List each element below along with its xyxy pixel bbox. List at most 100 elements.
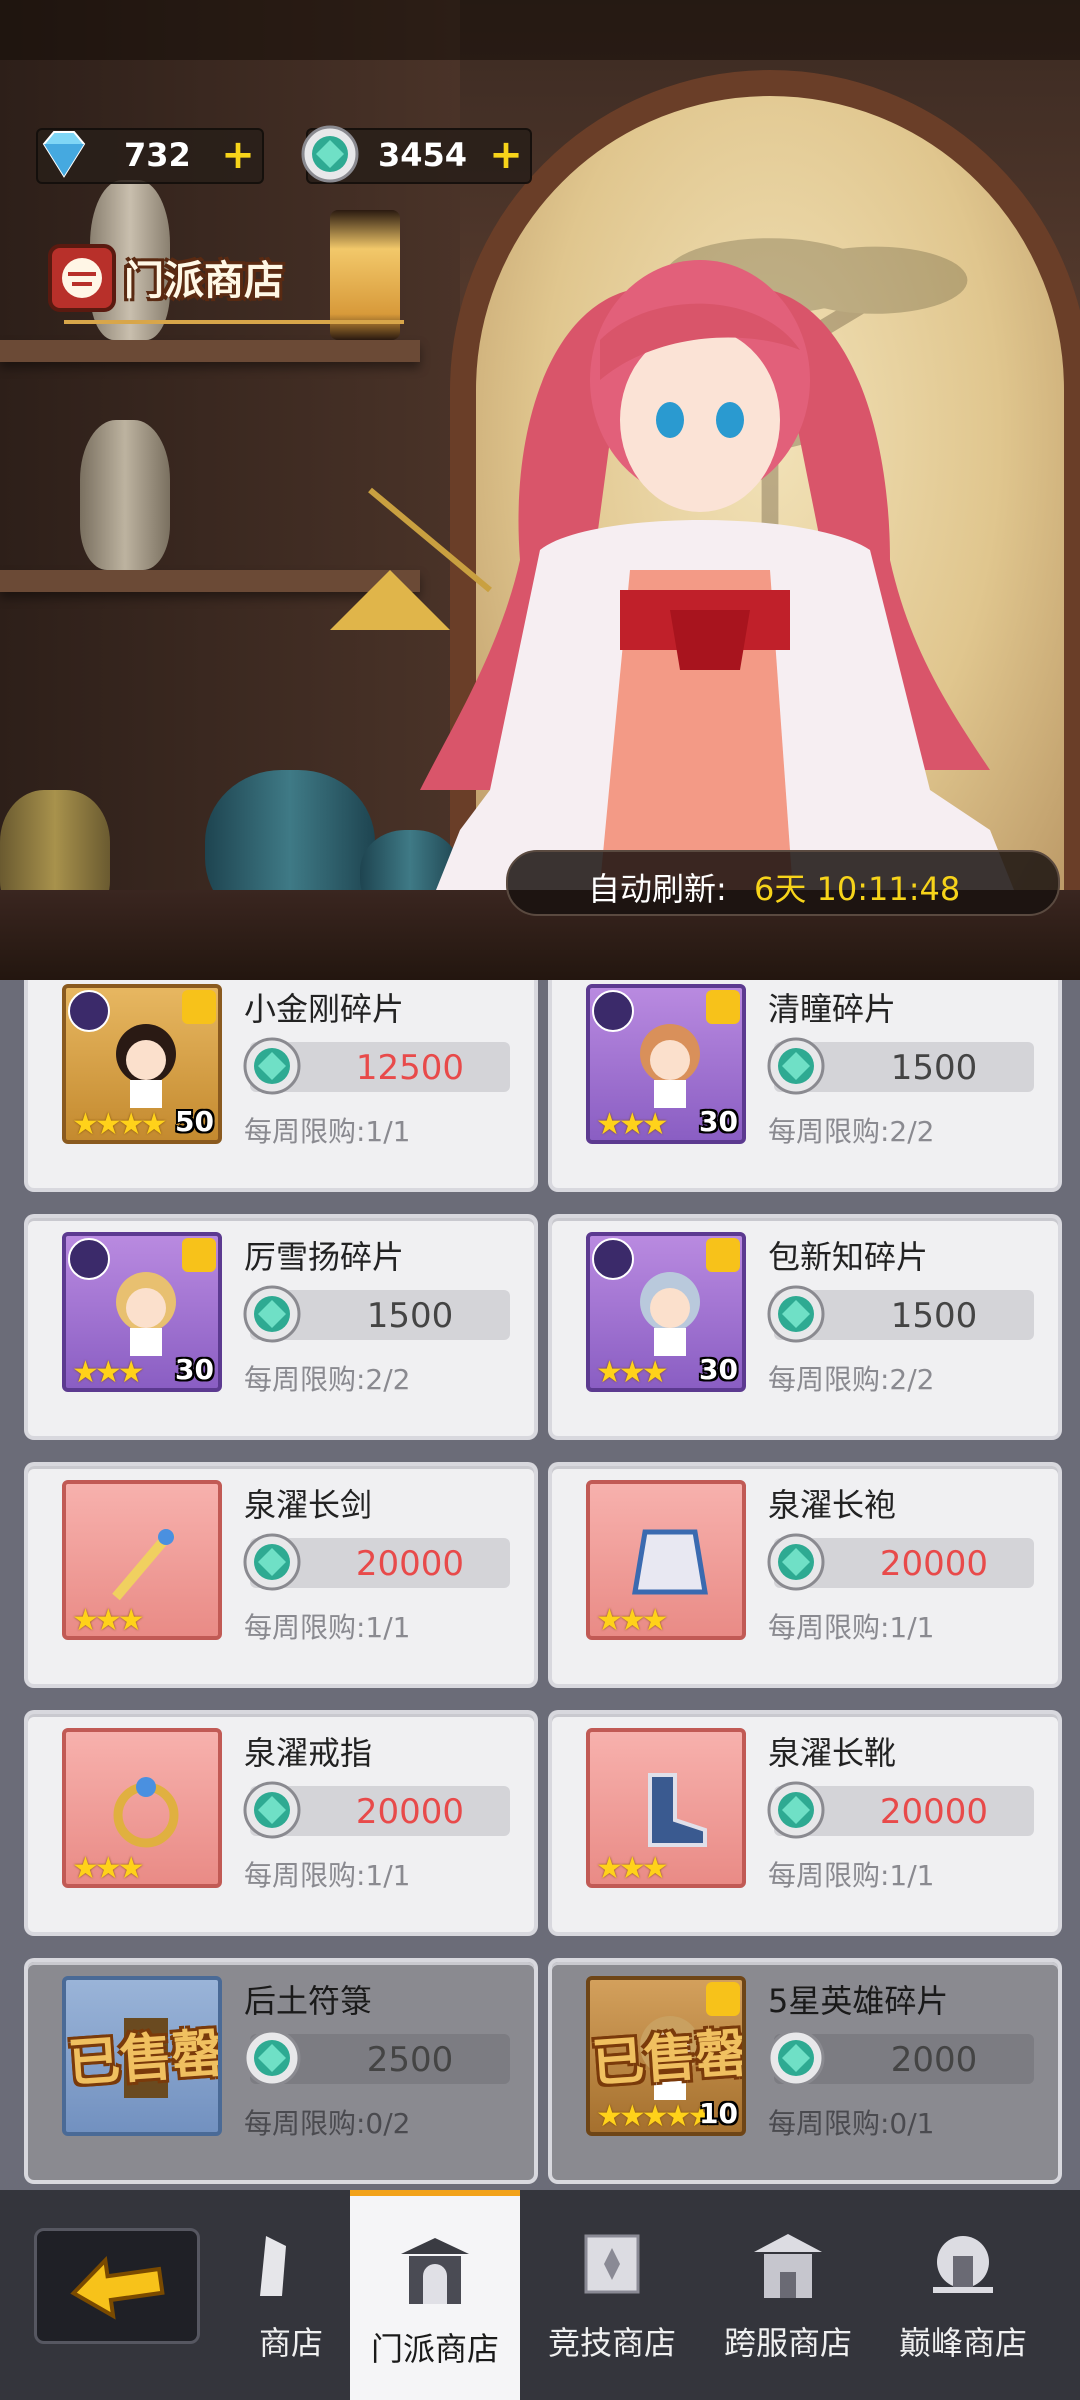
refresh-countdown: 6天 10:11:48 (754, 870, 961, 908)
item-art (112, 1528, 175, 1601)
item-name: 泉濯长靴 (768, 1734, 897, 1772)
item-art (116, 1024, 176, 1108)
price-tag: 1500 (767, 1037, 1034, 1095)
item-price: 20000 (879, 1792, 989, 1832)
tab-shop[interactable]: 商店 (236, 2190, 346, 2400)
hero-fragment-icon: ★★★ 30 (586, 984, 746, 1144)
star-rating: ★★★ (596, 1355, 669, 1390)
item-name: 小金刚碎片 (244, 990, 405, 1028)
fragment-puzzle-icon (182, 990, 216, 1024)
shop-item-card[interactable]: ★★★ 泉濯长袍 20000 每周限购:1/1 (552, 1466, 1058, 1684)
fragment-count: 10 (699, 2097, 738, 2130)
shop-item-card[interactable]: ★★★★★ 10 已售罄 5星英雄碎片 2000 每周限购:0/1 (552, 1962, 1058, 2180)
weekly-purchase-limit: 每周限购:1/1 (244, 1115, 411, 1148)
star-rating: ★★★★ (72, 1107, 168, 1142)
price-tag: 20000 (767, 1533, 1034, 1591)
item-price: 20000 (879, 1544, 989, 1584)
sword-icon: ★★★ (62, 1480, 222, 1640)
shop-item-card[interactable]: ★★★ 30 清瞳碎片 1500 每周限购:2/2 (552, 980, 1058, 1188)
weekly-purchase-limit: 每周限购:2/2 (244, 1363, 411, 1396)
back-button[interactable] (34, 2228, 200, 2344)
add-gems-button[interactable]: + (220, 135, 256, 175)
fragment-puzzle-icon (706, 1982, 740, 2016)
faction-badge-icon (68, 990, 110, 1032)
shop-item-card[interactable]: ★★★ 30 包新知碎片 1500 每周限购:2/2 (552, 1218, 1058, 1436)
shop-item-card[interactable]: ★★★ 泉濯长靴 20000 每周限购:1/1 (552, 1714, 1058, 1932)
price-tag: 20000 (767, 1781, 1034, 1839)
item-price: 20000 (355, 1544, 465, 1584)
sect-gate-icon (401, 2238, 469, 2304)
shop-banner: 732 + 3454 + 门派商店 自动刷新: 6天 10:11:48 (0, 0, 1080, 980)
fragment-count: 30 (699, 1105, 738, 1138)
shop-item-card[interactable]: ★★★ 30 厉雪扬碎片 1500 每周限购:2/2 (28, 1218, 534, 1436)
shop-title: 门派商店 (44, 240, 404, 326)
star-rating: ★★★ (596, 1107, 669, 1142)
sect-coin-icon (301, 125, 359, 183)
item-name: 后土符箓 (244, 1982, 373, 2020)
tab-label: 跨服商店 (723, 2324, 852, 2362)
tab-cross-server-shop[interactable]: 跨服商店 (703, 2190, 873, 2400)
item-art (640, 1024, 700, 1108)
weekly-purchase-limit: 每周限购:1/1 (244, 1611, 411, 1644)
price-tag: 20000 (243, 1533, 510, 1591)
weekly-purchase-limit: 每周限购:1/1 (768, 1859, 935, 1892)
price-tag: 2500 (243, 2029, 510, 2087)
vase (80, 420, 170, 570)
shop-item-card[interactable]: ★★★ 泉濯戒指 20000 每周限购:1/1 (28, 1714, 534, 1932)
item-price: 1500 (890, 1296, 978, 1336)
add-coins-button[interactable]: + (488, 135, 524, 175)
item-art (116, 1272, 176, 1356)
sold-out-stamp: 已售罄 (590, 2023, 746, 2095)
sold-out-stamp: 已售罄 (66, 2023, 222, 2095)
item-name: 泉濯戒指 (244, 1734, 373, 1772)
tab-label: 巅峰商店 (898, 2324, 1027, 2362)
item-price: 2000 (890, 2040, 978, 2080)
top-shade (0, 0, 1080, 60)
arena-banner-icon (584, 2234, 640, 2294)
price-tag: 20000 (243, 1781, 510, 1839)
weekly-purchase-limit: 每周限购:2/2 (768, 1115, 935, 1148)
refresh-label: 自动刷新: (588, 870, 727, 908)
tab-label: 竞技商店 (547, 2324, 676, 2362)
fragment-count: 50 (175, 1105, 214, 1138)
item-name: 厉雪扬碎片 (244, 1238, 405, 1276)
sect-coin-icon (243, 1781, 301, 1839)
tab-sect-shop[interactable]: 门派商店 (350, 2190, 520, 2400)
back-arrow-icon (70, 2256, 165, 2320)
fragment-puzzle-icon (706, 990, 740, 1024)
tab-label: 门派商店 (370, 2330, 499, 2368)
shop-item-card[interactable]: ★★★ 泉濯长剑 20000 每周限购:1/1 (28, 1466, 534, 1684)
item-art (632, 1529, 708, 1595)
weekly-purchase-limit: 每周限购:0/2 (244, 2107, 411, 2140)
tab-peak-shop[interactable]: 巅峰商店 (878, 2190, 1048, 2400)
sect-coin-icon (767, 1781, 825, 1839)
boots-icon: ★★★ (586, 1728, 746, 1888)
item-price: 2500 (366, 2040, 454, 2080)
tab-arena-shop[interactable]: 竞技商店 (527, 2190, 697, 2400)
item-name: 清瞳碎片 (768, 990, 897, 1028)
sect-coin-icon (243, 1037, 301, 1095)
weekly-purchase-limit: 每周限购:1/1 (768, 1611, 935, 1644)
sect-coin-icon (767, 1285, 825, 1343)
sect-coin-counter[interactable]: 3454 + (301, 125, 532, 184)
hero-fragment-icon: ★★★ 30 (586, 1232, 746, 1392)
helmet-icon (933, 2236, 993, 2293)
faction-badge-icon (592, 1238, 634, 1280)
weekly-purchase-limit: 每周限购:1/1 (244, 1859, 411, 1892)
hero-fragment-icon: ★★★ 30 (62, 1232, 222, 1392)
ring-icon: ★★★ (62, 1728, 222, 1888)
diamond-icon (42, 131, 86, 178)
sect-coin-icon (767, 1533, 825, 1591)
price-tag: 1500 (767, 1285, 1034, 1343)
shop-tabs-bar: 商店 门派商店 竞技商店 跨服商店 巅峰商店 (0, 2190, 1080, 2400)
title-underline (64, 320, 404, 324)
sect-coin-icon (243, 2029, 301, 2087)
gem-counter[interactable]: 732 + (36, 128, 264, 184)
talisman-icon: 已售罄 (62, 1976, 222, 2136)
shop-item-card[interactable]: 已售罄 后土符箓 2500 每周限购:0/2 (28, 1962, 534, 2180)
sect-coin-icon (767, 1037, 825, 1095)
shop-item-card[interactable]: ★★★★ 50 小金刚碎片 12500 每周限购:1/1 (28, 980, 534, 1188)
sect-coin-icon (243, 1285, 301, 1343)
coin-value: 3454 (378, 136, 468, 174)
weekly-purchase-limit: 每周限购:2/2 (768, 1363, 935, 1396)
